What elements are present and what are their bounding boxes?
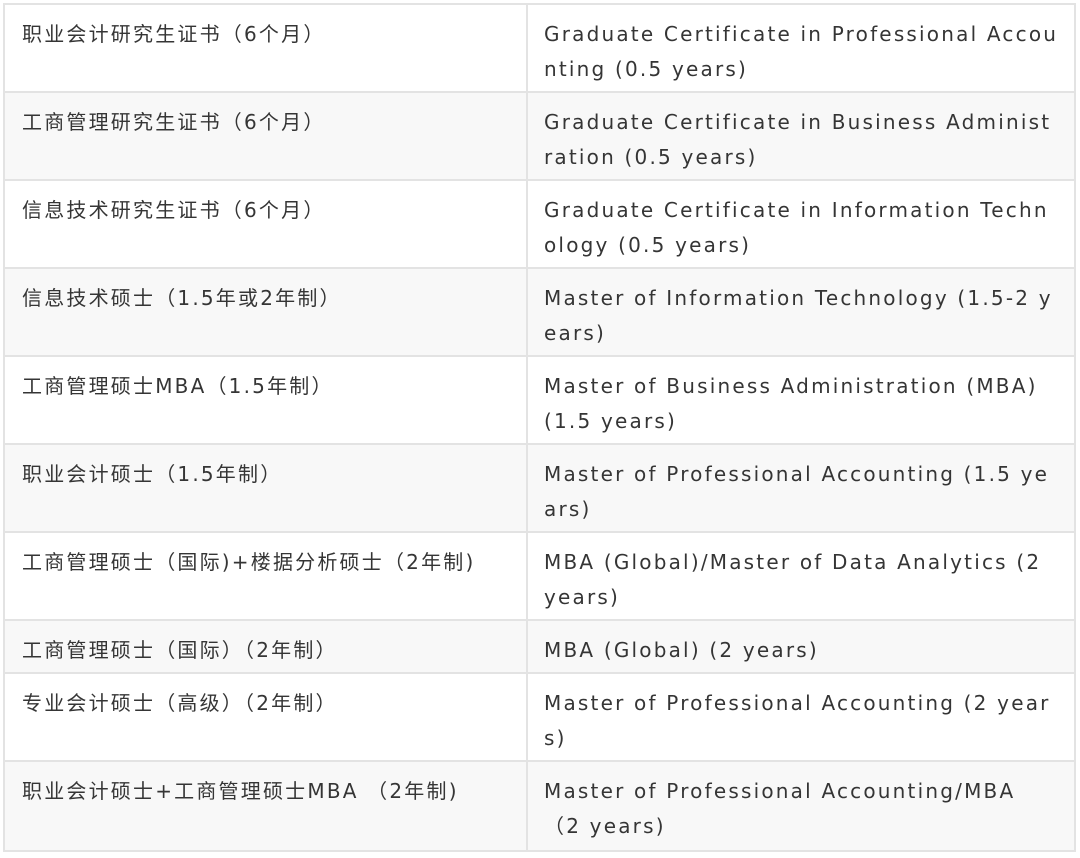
table-row: 职业会计研究生证书（6个月） Graduate Certificate in P… — [3, 3, 1076, 93]
program-name-en: Graduate Certificate in Information Tech… — [526, 179, 1076, 269]
program-name-zh: 工商管理硕士（国际）（2年制） — [3, 619, 528, 674]
program-name-en: Master of Information Technology (1.5-2 … — [526, 267, 1076, 357]
program-name-zh: 职业会计硕士（1.5年制） — [3, 443, 528, 533]
program-table: 职业会计研究生证书（6个月） Graduate Certificate in P… — [3, 3, 1076, 852]
table-row: 职业会计硕士（1.5年制） Master of Professional Acc… — [3, 443, 1076, 533]
program-name-en: MBA (Global)/Master of Data Analytics (2… — [526, 531, 1076, 621]
program-name-en: MBA (Global) (2 years) — [526, 619, 1076, 674]
table-row: 信息技术研究生证书（6个月） Graduate Certificate in I… — [3, 179, 1076, 269]
program-name-zh: 工商管理硕士MBA（1.5年制） — [3, 355, 528, 445]
table-row: 信息技术硕士（1.5年或2年制） Master of Information T… — [3, 267, 1076, 357]
program-name-zh: 工商管理研究生证书（6个月） — [3, 91, 528, 181]
program-name-zh: 信息技术硕士（1.5年或2年制） — [3, 267, 528, 357]
program-name-zh: 工商管理硕士（国际)+楼据分析硕士（2年制) — [3, 531, 528, 621]
program-name-zh: 专业会计硕士（高级）（2年制） — [3, 672, 528, 762]
program-name-zh: 信息技术研究生证书（6个月） — [3, 179, 528, 269]
program-name-zh: 职业会计硕士+工商管理硕士MBA （2年制) — [3, 760, 528, 852]
program-name-en: Master of Professional Accounting/MBA （2… — [526, 760, 1076, 852]
program-name-en: Master of Professional Accounting (1.5 y… — [526, 443, 1076, 533]
program-name-en: Graduate Certificate in Professional Acc… — [526, 3, 1076, 93]
table-row: 职业会计硕士+工商管理硕士MBA （2年制) Master of Profess… — [3, 760, 1076, 852]
table-row: 工商管理研究生证书（6个月） Graduate Certificate in B… — [3, 91, 1076, 181]
table-row: 工商管理硕士（国际）（2年制） MBA (Global) (2 years) — [3, 619, 1076, 674]
program-name-en: Graduate Certificate in Business Adminis… — [526, 91, 1076, 181]
table-row: 专业会计硕士（高级）（2年制） Master of Professional A… — [3, 672, 1076, 762]
program-name-en: Master of Business Administration (MBA) … — [526, 355, 1076, 445]
program-name-zh: 职业会计研究生证书（6个月） — [3, 3, 528, 93]
table-row: 工商管理硕士MBA（1.5年制） Master of Business Admi… — [3, 355, 1076, 445]
table-row: 工商管理硕士（国际)+楼据分析硕士（2年制) MBA (Global)/Mast… — [3, 531, 1076, 621]
program-name-en: Master of Professional Accounting (2 yea… — [526, 672, 1076, 762]
